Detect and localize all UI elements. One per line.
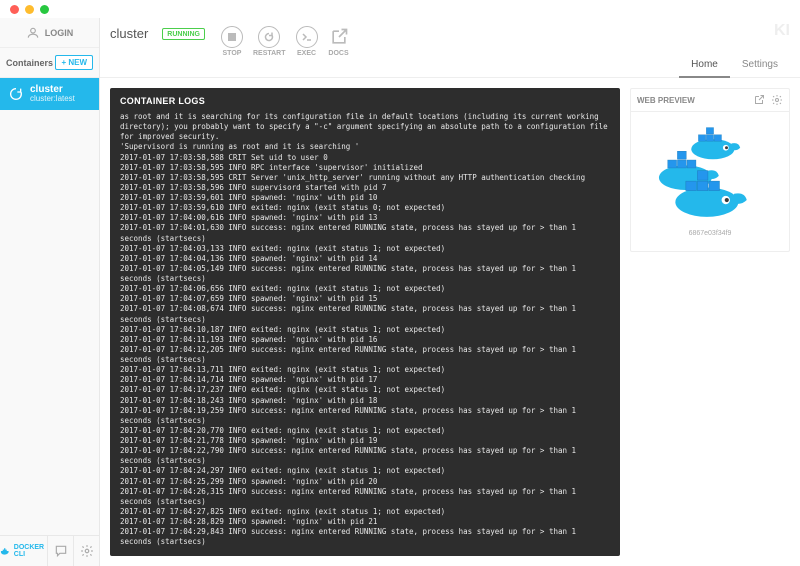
page-title: cluster — [110, 24, 148, 41]
open-external-icon[interactable] — [753, 94, 765, 106]
whale-icon — [0, 544, 11, 558]
login-button[interactable]: LOGIN — [0, 18, 99, 48]
logs-output[interactable]: as root and it is searching for its conf… — [120, 112, 610, 548]
app-logo: KI — [774, 22, 790, 40]
window-titlebar — [0, 0, 800, 18]
chat-icon — [54, 544, 68, 558]
restart-icon — [263, 31, 275, 43]
docker-whale-illustration — [645, 122, 775, 222]
container-image: cluster:latest — [30, 95, 75, 104]
docs-label: DOCS — [328, 50, 348, 57]
web-preview-title: WEB PREVIEW — [637, 96, 695, 105]
maximize-window-button[interactable] — [40, 5, 49, 14]
new-container-button[interactable]: + NEW — [55, 55, 93, 70]
preview-settings-icon[interactable] — [771, 94, 783, 106]
docker-cli-button[interactable]: DOCKER CLI — [0, 536, 48, 566]
sidebar-settings-button[interactable] — [74, 536, 99, 566]
user-icon — [26, 26, 40, 40]
terminal-icon — [301, 31, 313, 43]
refresh-icon — [8, 86, 24, 102]
stop-icon — [228, 33, 236, 41]
web-preview-card: WEB PREVIEW 6867e03f34f9 — [630, 88, 790, 252]
docs-button[interactable]: DOCS — [328, 26, 350, 57]
minimize-window-button[interactable] — [25, 5, 34, 14]
containers-label: Containers — [6, 58, 53, 68]
header: cluster RUNNING STOP RESTART EXEC DOCS — [100, 18, 800, 78]
docker-cli-label: DOCKER CLI — [14, 544, 48, 558]
exec-button[interactable]: EXEC — [296, 26, 318, 57]
tab-home[interactable]: Home — [679, 53, 730, 78]
feedback-button[interactable] — [48, 536, 74, 566]
exec-label: EXEC — [297, 50, 316, 57]
logs-title: CONTAINER LOGS — [120, 96, 610, 106]
close-window-button[interactable] — [10, 5, 19, 14]
login-label: LOGIN — [45, 28, 74, 38]
restart-button[interactable]: RESTART — [253, 26, 286, 57]
stop-button[interactable]: STOP — [221, 26, 243, 57]
gear-icon — [80, 544, 94, 558]
preview-container-id: 6867e03f34f9 — [689, 230, 732, 237]
external-link-icon — [329, 27, 349, 47]
sidebar-item-cluster[interactable]: cluster cluster:latest — [0, 78, 99, 110]
tab-settings[interactable]: Settings — [730, 53, 790, 78]
sidebar: LOGIN Containers + NEW cluster cluster:l… — [0, 18, 100, 566]
stop-label: STOP — [223, 50, 242, 57]
restart-label: RESTART — [253, 50, 286, 57]
container-logs-panel: CONTAINER LOGS as root and it is searchi… — [110, 88, 620, 556]
status-badge: RUNNING — [162, 28, 205, 40]
containers-header: Containers + NEW — [0, 48, 99, 78]
